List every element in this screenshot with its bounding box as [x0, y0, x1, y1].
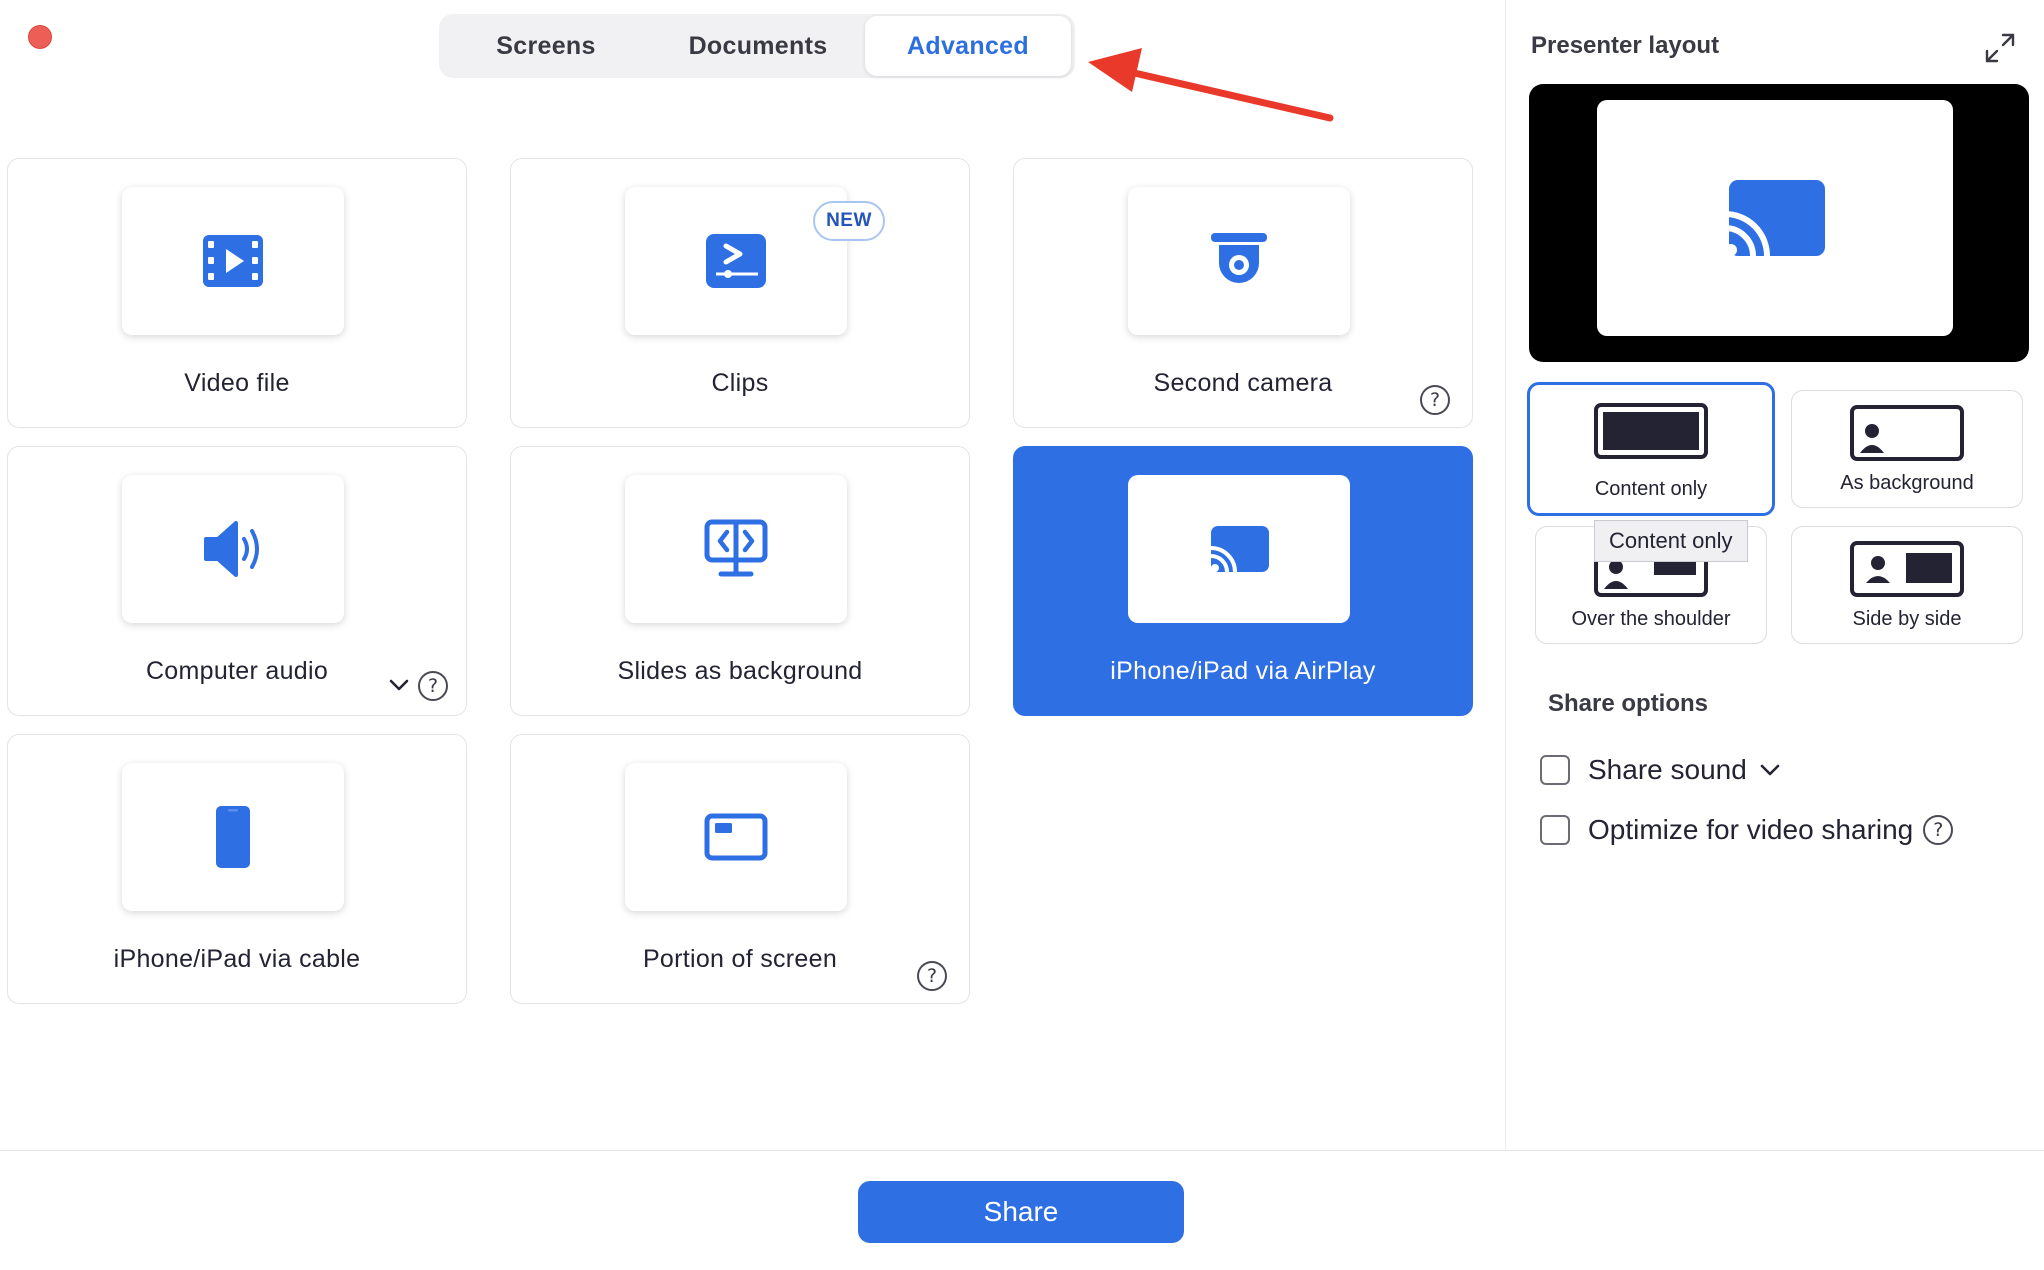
preview-screen — [1597, 100, 1953, 336]
new-badge: NEW — [813, 201, 885, 241]
optimize-video-checkbox[interactable] — [1540, 815, 1570, 845]
as-background-icon — [1850, 405, 1964, 461]
side-by-side-icon — [1850, 541, 1964, 597]
as-background-label: As background — [1840, 472, 1974, 494]
annotation-arrow-icon — [1088, 48, 1334, 122]
over-the-shoulder-label: Over the shoulder — [1571, 608, 1731, 630]
portion-help-icon[interactable]: ? — [917, 961, 947, 991]
tab-screens[interactable]: Screens — [441, 16, 651, 76]
clips-label: Clips — [711, 369, 769, 397]
slides-tile — [625, 475, 847, 623]
clips-icon — [706, 234, 766, 288]
content-only-icon — [1594, 403, 1708, 459]
screen-portion-icon — [704, 813, 768, 861]
second-camera-label: Second camera — [1153, 369, 1333, 397]
share-sound-row[interactable]: Share sound — [1540, 754, 1781, 786]
second-camera-help-icon[interactable]: ? — [1420, 385, 1450, 415]
optimize-video-label: Optimize for video sharing — [1588, 814, 1914, 845]
airplay-cast-icon — [1210, 526, 1269, 573]
portion-tile — [625, 763, 847, 911]
option-portion-of-screen[interactable]: Portion of screen ? — [510, 734, 970, 1004]
tab-advanced[interactable]: Advanced — [865, 16, 1071, 76]
presenter-layout-title: Presenter layout — [1531, 32, 1720, 59]
share-tabs: Screens Documents Advanced — [439, 14, 1075, 78]
content-only-tooltip: Content only — [1594, 520, 1748, 562]
iphone-cable-tile — [122, 763, 344, 911]
expand-icon[interactable] — [1984, 32, 2016, 64]
share-sound-checkbox[interactable] — [1540, 755, 1570, 785]
close-window-button[interactable] — [28, 25, 52, 49]
share-options-title: Share options — [1548, 690, 1709, 717]
layout-content-only[interactable]: Content only — [1527, 382, 1775, 516]
portion-of-screen-label: Portion of screen — [642, 945, 838, 973]
option-clips[interactable]: NEW Clips — [510, 158, 970, 428]
layout-side-by-side[interactable]: Side by side — [1791, 526, 2023, 644]
slides-as-background-label: Slides as background — [617, 657, 863, 685]
iphone-airplay-label: iPhone/iPad via AirPlay — [1110, 657, 1376, 685]
option-computer-audio[interactable]: Computer audio ? — [7, 446, 467, 716]
content-only-label: Content only — [1594, 478, 1708, 500]
optimize-video-row[interactable]: Optimize for video sharing ? — [1540, 814, 1954, 846]
video-file-tile — [122, 187, 344, 335]
clips-tile — [625, 187, 847, 335]
airplay-tile — [1128, 475, 1350, 623]
computer-audio-dropdown-chevron-icon[interactable] — [388, 677, 410, 693]
video-file-label: Video file — [184, 369, 290, 397]
option-iphone-cable[interactable]: iPhone/iPad via cable — [7, 734, 467, 1004]
second-camera-tile — [1128, 187, 1350, 335]
layout-as-background[interactable]: As background — [1791, 390, 2023, 508]
slides-icon — [704, 519, 768, 577]
share-screen-window: Screens Documents Advanced Video file NE… — [0, 0, 2044, 1270]
option-second-camera[interactable]: Second camera ? — [1013, 158, 1473, 428]
option-video-file[interactable]: Video file — [7, 158, 467, 428]
iphone-cable-label: iPhone/iPad via cable — [113, 945, 361, 973]
tab-documents[interactable]: Documents — [651, 16, 865, 76]
option-iphone-airplay[interactable]: iPhone/iPad via AirPlay — [1013, 446, 1473, 716]
optimize-video-help-icon[interactable]: ? — [1923, 815, 1954, 845]
airplay-cast-icon — [1724, 180, 1825, 257]
share-sound-label: Share sound — [1588, 754, 1747, 785]
bottom-bar: Share — [0, 1150, 2044, 1270]
computer-audio-tile — [122, 475, 344, 623]
layout-preview — [1529, 84, 2029, 362]
camera-icon — [1211, 233, 1267, 283]
video-file-icon — [203, 235, 263, 287]
share-button[interactable]: Share — [858, 1181, 1184, 1243]
share-sound-chevron-down-icon[interactable] — [1759, 762, 1781, 778]
speaker-icon — [204, 521, 259, 577]
side-by-side-label: Side by side — [1852, 608, 1962, 630]
computer-audio-help-icon[interactable]: ? — [418, 671, 448, 701]
phone-icon — [216, 806, 250, 868]
option-slides-as-background[interactable]: Slides as background — [510, 446, 970, 716]
